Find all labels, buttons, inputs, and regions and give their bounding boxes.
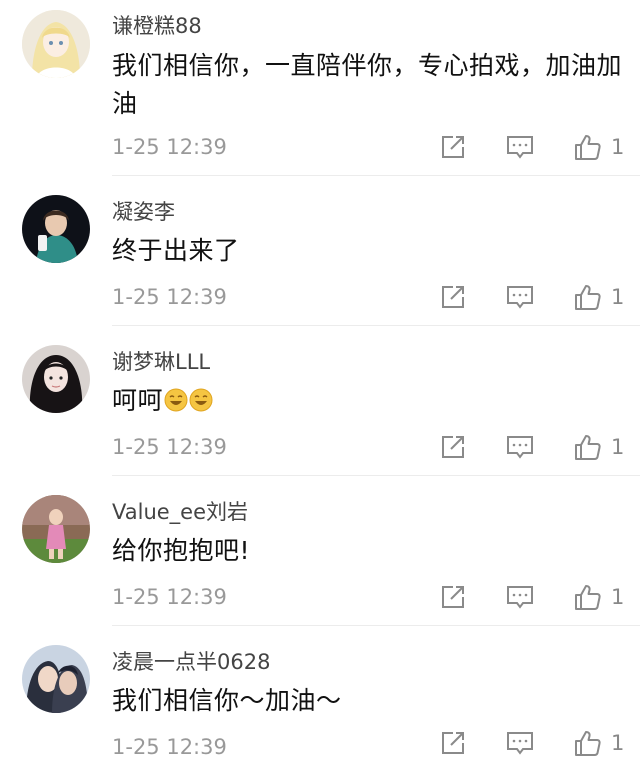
avatar-anime-girl-image (22, 10, 90, 78)
reply-button[interactable] (505, 581, 535, 613)
like-count: 1 (611, 585, 625, 609)
reply-button[interactable] (505, 281, 535, 313)
avatar[interactable] (22, 495, 90, 563)
comment-item: 凌晨一点半0628 我们相信你～加油～ 1-25 12:39 1 (0, 626, 640, 759)
like-button[interactable]: 1 (573, 281, 624, 313)
comment-text: 终于出来了 (112, 236, 240, 265)
comment-item: 谦橙糕88 我们相信你，一直陪伴你，专心拍戏，加油加油 1-25 12:39 1 (0, 0, 640, 176)
thumbs-up-icon (573, 432, 603, 462)
like-count: 1 (611, 135, 625, 159)
avatar[interactable] (22, 10, 90, 78)
share-button[interactable] (439, 581, 467, 613)
username[interactable]: Value_ee刘岩 (112, 499, 248, 525)
avatar[interactable] (22, 195, 90, 263)
comment-item: 凝姿李 终于出来了 1-25 12:39 1 (0, 176, 640, 326)
username[interactable]: 谦橙糕88 (112, 13, 202, 39)
comment-icon (505, 283, 535, 311)
comment-text: 给你抱抱吧! (112, 536, 251, 565)
comment-actions: 1 (0, 281, 640, 321)
share-icon (439, 583, 467, 611)
like-count: 1 (611, 435, 625, 459)
laugh-emoji-icon (164, 388, 188, 412)
share-button[interactable] (439, 431, 467, 463)
comment-actions: 1 (0, 727, 640, 767)
share-button[interactable] (439, 727, 467, 759)
like-button[interactable]: 1 (573, 131, 624, 163)
reply-button[interactable] (505, 727, 535, 759)
avatar-couple-image (22, 645, 90, 713)
like-button[interactable]: 1 (573, 727, 624, 759)
comment-text: 我们相信你，一直陪伴你，专心拍戏，加油加油 (112, 51, 623, 118)
laugh-emoji-icon (189, 388, 213, 412)
comment-item: 谢梦琳LLL 呵呵 1-25 12:39 1 (0, 326, 640, 476)
comment-icon (505, 729, 535, 757)
avatar[interactable] (22, 345, 90, 413)
reply-button[interactable] (505, 431, 535, 463)
thumbs-up-icon (573, 282, 603, 312)
avatar-child-outdoor-image (22, 495, 90, 563)
comment-text: 呵呵 (112, 382, 628, 420)
reply-button[interactable] (505, 131, 535, 163)
comment-icon (505, 133, 535, 161)
comment-text-body: 呵呵 (112, 386, 164, 415)
share-icon (439, 133, 467, 161)
avatar[interactable] (22, 645, 90, 713)
thumbs-up-icon (573, 132, 603, 162)
comment-actions: 1 (0, 581, 640, 621)
share-icon (439, 433, 467, 461)
comment-actions: 1 (0, 131, 640, 171)
thumbs-up-icon (573, 582, 603, 612)
thumbs-up-icon (573, 728, 603, 758)
like-button[interactable]: 1 (573, 581, 624, 613)
comment-text: 我们相信你～加油～ (112, 686, 342, 715)
avatar-girl-dark-image (22, 195, 90, 263)
share-icon (439, 729, 467, 757)
username[interactable]: 凌晨一点半0628 (112, 649, 270, 675)
like-count: 1 (611, 285, 625, 309)
share-button[interactable] (439, 281, 467, 313)
comment-item: Value_ee刘岩 给你抱抱吧! 1-25 12:39 1 (0, 476, 640, 626)
comment-actions: 1 (0, 431, 640, 471)
username[interactable]: 谢梦琳LLL (112, 349, 210, 375)
comment-icon (505, 433, 535, 461)
avatar-girl-longhair-image (22, 345, 90, 413)
share-icon (439, 283, 467, 311)
like-count: 1 (611, 731, 625, 755)
like-button[interactable]: 1 (573, 431, 624, 463)
username[interactable]: 凝姿李 (112, 199, 175, 225)
share-button[interactable] (439, 131, 467, 163)
comment-icon (505, 583, 535, 611)
